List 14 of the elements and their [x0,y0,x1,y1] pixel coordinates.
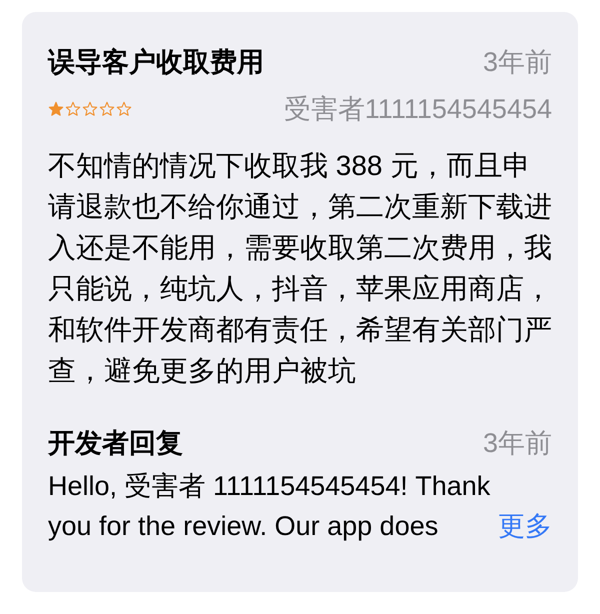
review-author: 受害者1111154545454 [284,92,552,126]
empty-star-icon [82,100,98,117]
empty-star-icon [99,100,115,117]
review-body: 不知情的情况下收取我 388 元，而且申请退款也不给你通过，第二次重新下载进入还是不能用，需要收取第二次费用，我只能说，纯坑人，抖音，苹果应用商店，和软件开发商都有责任，希望有关部门严查，避免更多的用户被坑 [48,149,552,388]
response-text: you for the review. Our app does [48,510,438,543]
response-time: 3年前 [482,427,552,460]
review-title: 误导客户收取费用 [48,46,264,79]
response-text: Hello, 受害者 1111154545454! Thank [48,470,490,502]
response-title: 开发者回复 [48,427,183,460]
review-time: 3年前 [482,46,552,79]
empty-star-icon [116,100,132,117]
empty-star-icon [65,100,81,117]
filled-star-icon [48,100,64,117]
more-link[interactable]: 更多 [498,506,552,546]
